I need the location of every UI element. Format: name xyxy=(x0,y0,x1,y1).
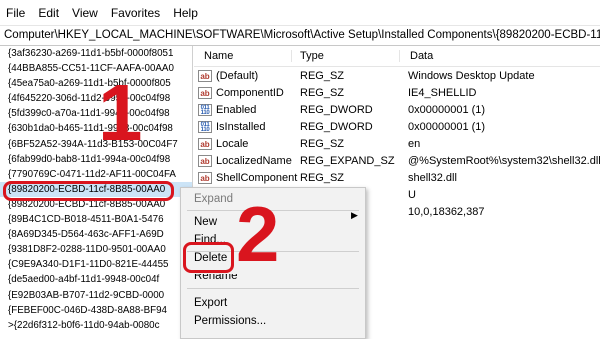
value-data: en xyxy=(408,137,421,150)
dword-value-icon: 011 110 xyxy=(198,103,212,116)
menu-help[interactable]: Help xyxy=(173,6,198,20)
value-data: U xyxy=(408,188,416,201)
value-row[interactable]: ab (Default) REG_SZ Windows Desktop Update xyxy=(194,67,600,84)
address-path: Computer\HKEY_LOCAL_MACHINE\SOFTWARE\Mic… xyxy=(4,29,600,41)
submenu-arrow-icon: ▶ xyxy=(351,210,358,220)
value-row[interactable]: ab ShellComponent REG_SZ shell32.dll xyxy=(194,169,600,186)
column-header-name[interactable]: Name xyxy=(194,50,292,62)
value-type: REG_DWORD xyxy=(300,120,373,133)
menu-bar: File Edit View Favorites Help xyxy=(0,0,600,26)
menu-favorites[interactable]: Favorites xyxy=(111,6,160,20)
column-header-data[interactable]: Data xyxy=(400,50,600,62)
annotation-step-1: 1 xyxy=(98,68,143,157)
tree-item[interactable]: {3af36230-a269-11d1-b5bf-0000f8051 xyxy=(0,46,192,61)
tree-item[interactable]: {6BF52A52-394A-11d3-B153-00C04F7 xyxy=(0,137,192,152)
value-type: REG_DWORD xyxy=(300,103,373,116)
menu-item-export[interactable]: Export xyxy=(194,295,227,311)
tree-item[interactable]: {630b1da0-b465-11d1-9948-00c04f98 xyxy=(0,121,192,136)
value-row[interactable]: ab LocalizedName REG_EXPAND_SZ @%SystemRoot… xyxy=(194,152,600,169)
value-row[interactable]: 011 110 IsInstalled REG_DWORD 0x00000001 (1… xyxy=(194,118,600,135)
tree-item[interactable]: {FEBEF00C-046D-438D-8A88-BF94 xyxy=(0,303,192,318)
string-value-icon: ab xyxy=(198,137,212,150)
value-name: (Default) xyxy=(216,69,259,82)
value-name-cell: ab LocalizedName xyxy=(194,154,300,167)
string-value-icon: ab xyxy=(198,86,212,99)
tree-item[interactable]: {9381D8F2-0288-11D0-9501-00AA0 xyxy=(0,242,192,257)
value-type: REG_SZ xyxy=(300,69,345,82)
menu-view[interactable]: View xyxy=(72,6,98,20)
string-value-icon: ab xyxy=(198,154,212,167)
value-name-cell: ab (Default) xyxy=(194,69,300,82)
value-data: @%SystemRoot%\system32\shell32.dll,-32 xyxy=(408,154,600,167)
value-data: IE4_SHELLID xyxy=(408,86,477,99)
tree-item[interactable]: {5fd399c0-a70a-11d1-9948-00c04f98 xyxy=(0,106,192,121)
menu-edit[interactable]: Edit xyxy=(38,6,59,20)
value-row[interactable]: 011 110 Enabled REG_DWORD 0x00000001 (1) xyxy=(194,101,600,118)
value-name: Enabled xyxy=(216,103,257,116)
value-row[interactable]: ab ComponentID REG_SZ IE4_SHELLID xyxy=(194,84,600,101)
value-type: REG_SZ xyxy=(300,171,345,184)
value-name-cell: ab Locale xyxy=(194,137,300,150)
annotation-step-2: 2 xyxy=(236,190,280,278)
value-data: 10,0,18362,387 xyxy=(408,205,485,218)
tree-item[interactable]: {8A69D345-D564-463c-AFF1-A69D xyxy=(0,227,192,242)
column-header-type[interactable]: Type xyxy=(292,50,400,62)
menu-separator xyxy=(187,288,359,289)
value-name-cell: ab ShellComponent xyxy=(194,171,300,184)
values-header: Name Type Data xyxy=(194,46,600,67)
value-type: REG_EXPAND_SZ xyxy=(300,154,395,167)
value-row[interactable]: ab Locale REG_SZ en xyxy=(194,135,600,152)
value-name: Locale xyxy=(216,137,249,150)
address-bar[interactable]: Computer\HKEY_LOCAL_MACHINE\SOFTWARE\Mic… xyxy=(0,26,600,46)
value-data: Windows Desktop Update xyxy=(408,69,535,82)
tree-item[interactable]: {C9E9A340-D1F1-11D0-821E-44455 xyxy=(0,257,192,272)
tree-item[interactable]: {44BBA855-CC51-11CF-AAFA-00AA0 xyxy=(0,61,192,76)
tree-item[interactable]: {6fab99d0-bab8-11d1-994a-00c04f98 xyxy=(0,152,192,167)
menu-item-new[interactable]: New xyxy=(194,214,217,230)
dword-value-icon: 011 110 xyxy=(198,120,212,133)
tree-item[interactable]: {de5aed00-a4bf-11d1-9948-00c04f xyxy=(0,272,192,287)
value-name-cell: ab ComponentID xyxy=(194,86,300,99)
value-name-cell: 011 110 IsInstalled xyxy=(194,120,300,133)
value-type: REG_SZ xyxy=(300,137,345,150)
tree-item[interactable]: {45ea75a0-a269-11d1-b5bf-0000f805 xyxy=(0,76,192,91)
value-name-cell: 011 110 Enabled xyxy=(194,103,300,116)
value-data: 0x00000001 (1) xyxy=(408,120,486,133)
string-value-icon: ab xyxy=(198,69,212,82)
menu-item-expand[interactable]: Expand xyxy=(194,191,233,207)
annotation-highlight-delete xyxy=(183,242,234,273)
annotation-highlight-selected-key xyxy=(3,181,174,201)
value-data: shell32.dll xyxy=(408,171,457,184)
value-data: 0x00000001 (1) xyxy=(408,103,486,116)
value-type: REG_SZ xyxy=(300,86,345,99)
string-value-icon: ab xyxy=(198,171,212,184)
menu-item-permissions[interactable]: Permissions... xyxy=(194,313,266,329)
menu-file[interactable]: File xyxy=(6,6,25,20)
tree-item[interactable]: {89B4C1CD-B018-4511-B0A1-5476 xyxy=(0,212,192,227)
tree-item[interactable]: {E92B03AB-B707-11d2-9CBD-0000 xyxy=(0,288,192,303)
value-name: ShellComponent xyxy=(216,171,298,184)
tree-item[interactable]: >{22d6f312-b0f6-11d0-94ab-0080c xyxy=(0,318,192,333)
tree-item[interactable]: {7790769C-0471-11d2-AF11-00C04FA xyxy=(0,167,192,182)
value-name: LocalizedName xyxy=(216,154,292,167)
value-name: ComponentID xyxy=(216,86,284,99)
value-name: IsInstalled xyxy=(216,120,266,133)
tree-item[interactable]: {4f645220-306d-11d2-995d-00c04f98 xyxy=(0,91,192,106)
